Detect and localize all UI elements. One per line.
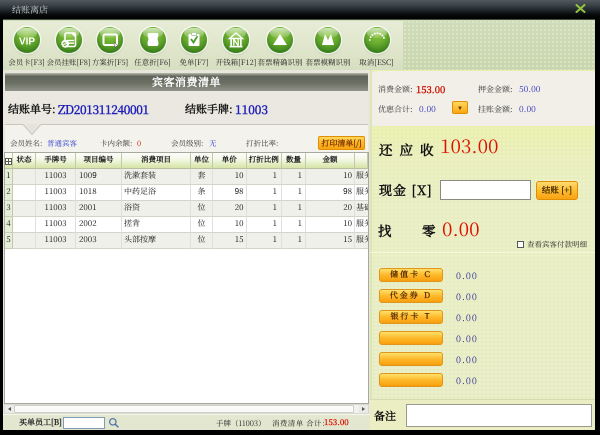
svg-text:VIP: VIP — [18, 37, 34, 48]
